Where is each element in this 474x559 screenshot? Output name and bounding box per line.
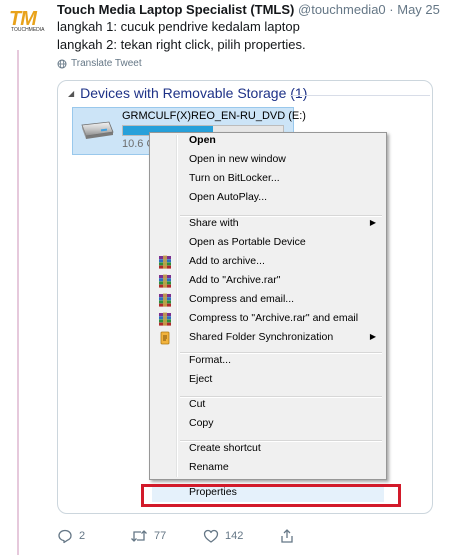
menu-item-compress-and-email[interactable]: Compress and email... [152, 291, 384, 309]
sync-icon [160, 331, 170, 345]
menu-item-open[interactable]: Open [152, 132, 384, 150]
author-handle[interactable]: @touchmedia0 [298, 2, 386, 17]
menu-item-label: Copy [189, 417, 214, 429]
globe-icon [57, 59, 67, 68]
submenu-arrow-icon: ▶ [369, 332, 376, 341]
group-divider [290, 95, 430, 96]
menu-item-create-shortcut[interactable]: Create shortcut [152, 440, 384, 458]
translate-tweet-link[interactable]: Translate Tweet [57, 58, 142, 69]
retweet-button[interactable]: 77 [130, 528, 166, 544]
winrar-icon [159, 255, 171, 269]
thread-line [17, 50, 19, 555]
winrar-icon [159, 274, 171, 288]
menu-item-label: Create shortcut [189, 442, 261, 454]
tweet-header: Touch Media Laptop Specialist (TMLS) @to… [57, 2, 440, 17]
submenu-arrow-icon: ▶ [369, 218, 376, 227]
author-name[interactable]: Touch Media Laptop Specialist (TMLS) [57, 2, 294, 17]
retweet-count: 77 [154, 530, 167, 542]
menu-item-label: Add to archive... [189, 255, 265, 267]
menu-item-label: Open as Portable Device [189, 236, 306, 248]
menu-item-label: Add to "Archive.rar" [189, 274, 281, 286]
context-menu: Open Open in new window Turn on BitLocker.… [149, 132, 387, 502]
reply-icon [58, 529, 72, 544]
tweet-text-line-1: langkah 1: cucuk pendrive kedalam laptop [57, 19, 300, 34]
properties-highlight-box [141, 484, 401, 507]
menu-item-label: Share with [189, 217, 239, 229]
menu-item-label: Shared Folder Synchronization [189, 331, 334, 343]
menu-item-add-to-archive-rar[interactable]: Add to "Archive.rar" [152, 272, 384, 290]
menu-item-label: Rename [189, 461, 229, 473]
winrar-icon [159, 293, 171, 307]
winrar-icon [159, 312, 171, 326]
menu-item-share-with[interactable]: Share with ▶ [152, 215, 384, 233]
drive-name: GRMCULF(X)REO_EN-RU_DVD (E:) [122, 110, 306, 122]
menu-item-compress-to-archive-rar-and-email[interactable]: Compress to "Archive.rar" and email [152, 310, 384, 328]
menu-item-copy[interactable]: Copy [152, 415, 384, 433]
menu-item-open-in-new-window[interactable]: Open in new window [152, 151, 384, 169]
menu-item-eject[interactable]: Eject [152, 371, 384, 389]
menu-item-label: Open AutoPlay... [189, 191, 268, 203]
like-button[interactable]: 142 [203, 528, 243, 544]
retweet-icon [131, 530, 147, 542]
reply-button[interactable]: 2 [57, 528, 85, 544]
menu-item-label: Open [189, 134, 216, 146]
tweet-date[interactable]: May 25 [397, 2, 440, 17]
translate-label: Translate Tweet [71, 58, 142, 69]
avatar-logo-subtext: TOUCHMEDIA [11, 27, 45, 33]
menu-item-add-to-archive[interactable]: Add to archive... [152, 253, 384, 271]
menu-item-label: Eject [189, 373, 213, 385]
reply-count: 2 [79, 530, 86, 542]
devices-group-header[interactable]: ◢ Devices with Removable Storage (1) [68, 85, 307, 101]
like-count: 142 [225, 530, 244, 542]
menu-item-open-as-portable-device[interactable]: Open as Portable Device [152, 234, 384, 252]
menu-item-label: Cut [189, 398, 206, 410]
menu-item-label: Compress to "Archive.rar" and email [189, 312, 359, 324]
collapse-triangle-icon: ◢ [68, 88, 75, 98]
menu-item-shared-folder-synchronization[interactable]: Shared Folder Synchronization ▶ [152, 329, 384, 347]
menu-item-label: Open in new window [189, 153, 286, 165]
header-separator: · [389, 2, 394, 17]
menu-item-rename[interactable]: Rename [152, 459, 384, 477]
tweet-media-screenshot[interactable]: ◢ Devices with Removable Storage (1) GRM… [57, 80, 433, 514]
menu-item-label: Turn on BitLocker... [189, 172, 280, 184]
menu-item-label: Format... [189, 354, 232, 366]
menu-item-label: Compress and email... [189, 293, 295, 305]
heart-icon [203, 529, 219, 543]
menu-item-turn-on-bitlocker[interactable]: Turn on BitLocker... [152, 170, 384, 188]
menu-item-open-autoplay[interactable]: Open AutoPlay... [152, 189, 384, 207]
devices-group-title: Devices with Removable Storage (1) [80, 85, 308, 101]
menu-item-format[interactable]: Format... [152, 352, 384, 370]
tweet-text-line-2: langkah 2: tekan right click, pilih prop… [57, 37, 306, 52]
menu-item-cut[interactable]: Cut [152, 396, 384, 414]
usb-drive-icon [81, 121, 114, 139]
avatar[interactable]: TM TOUCHMEDIA [7, 8, 47, 34]
share-button[interactable] [279, 528, 295, 544]
share-icon [281, 529, 293, 543]
